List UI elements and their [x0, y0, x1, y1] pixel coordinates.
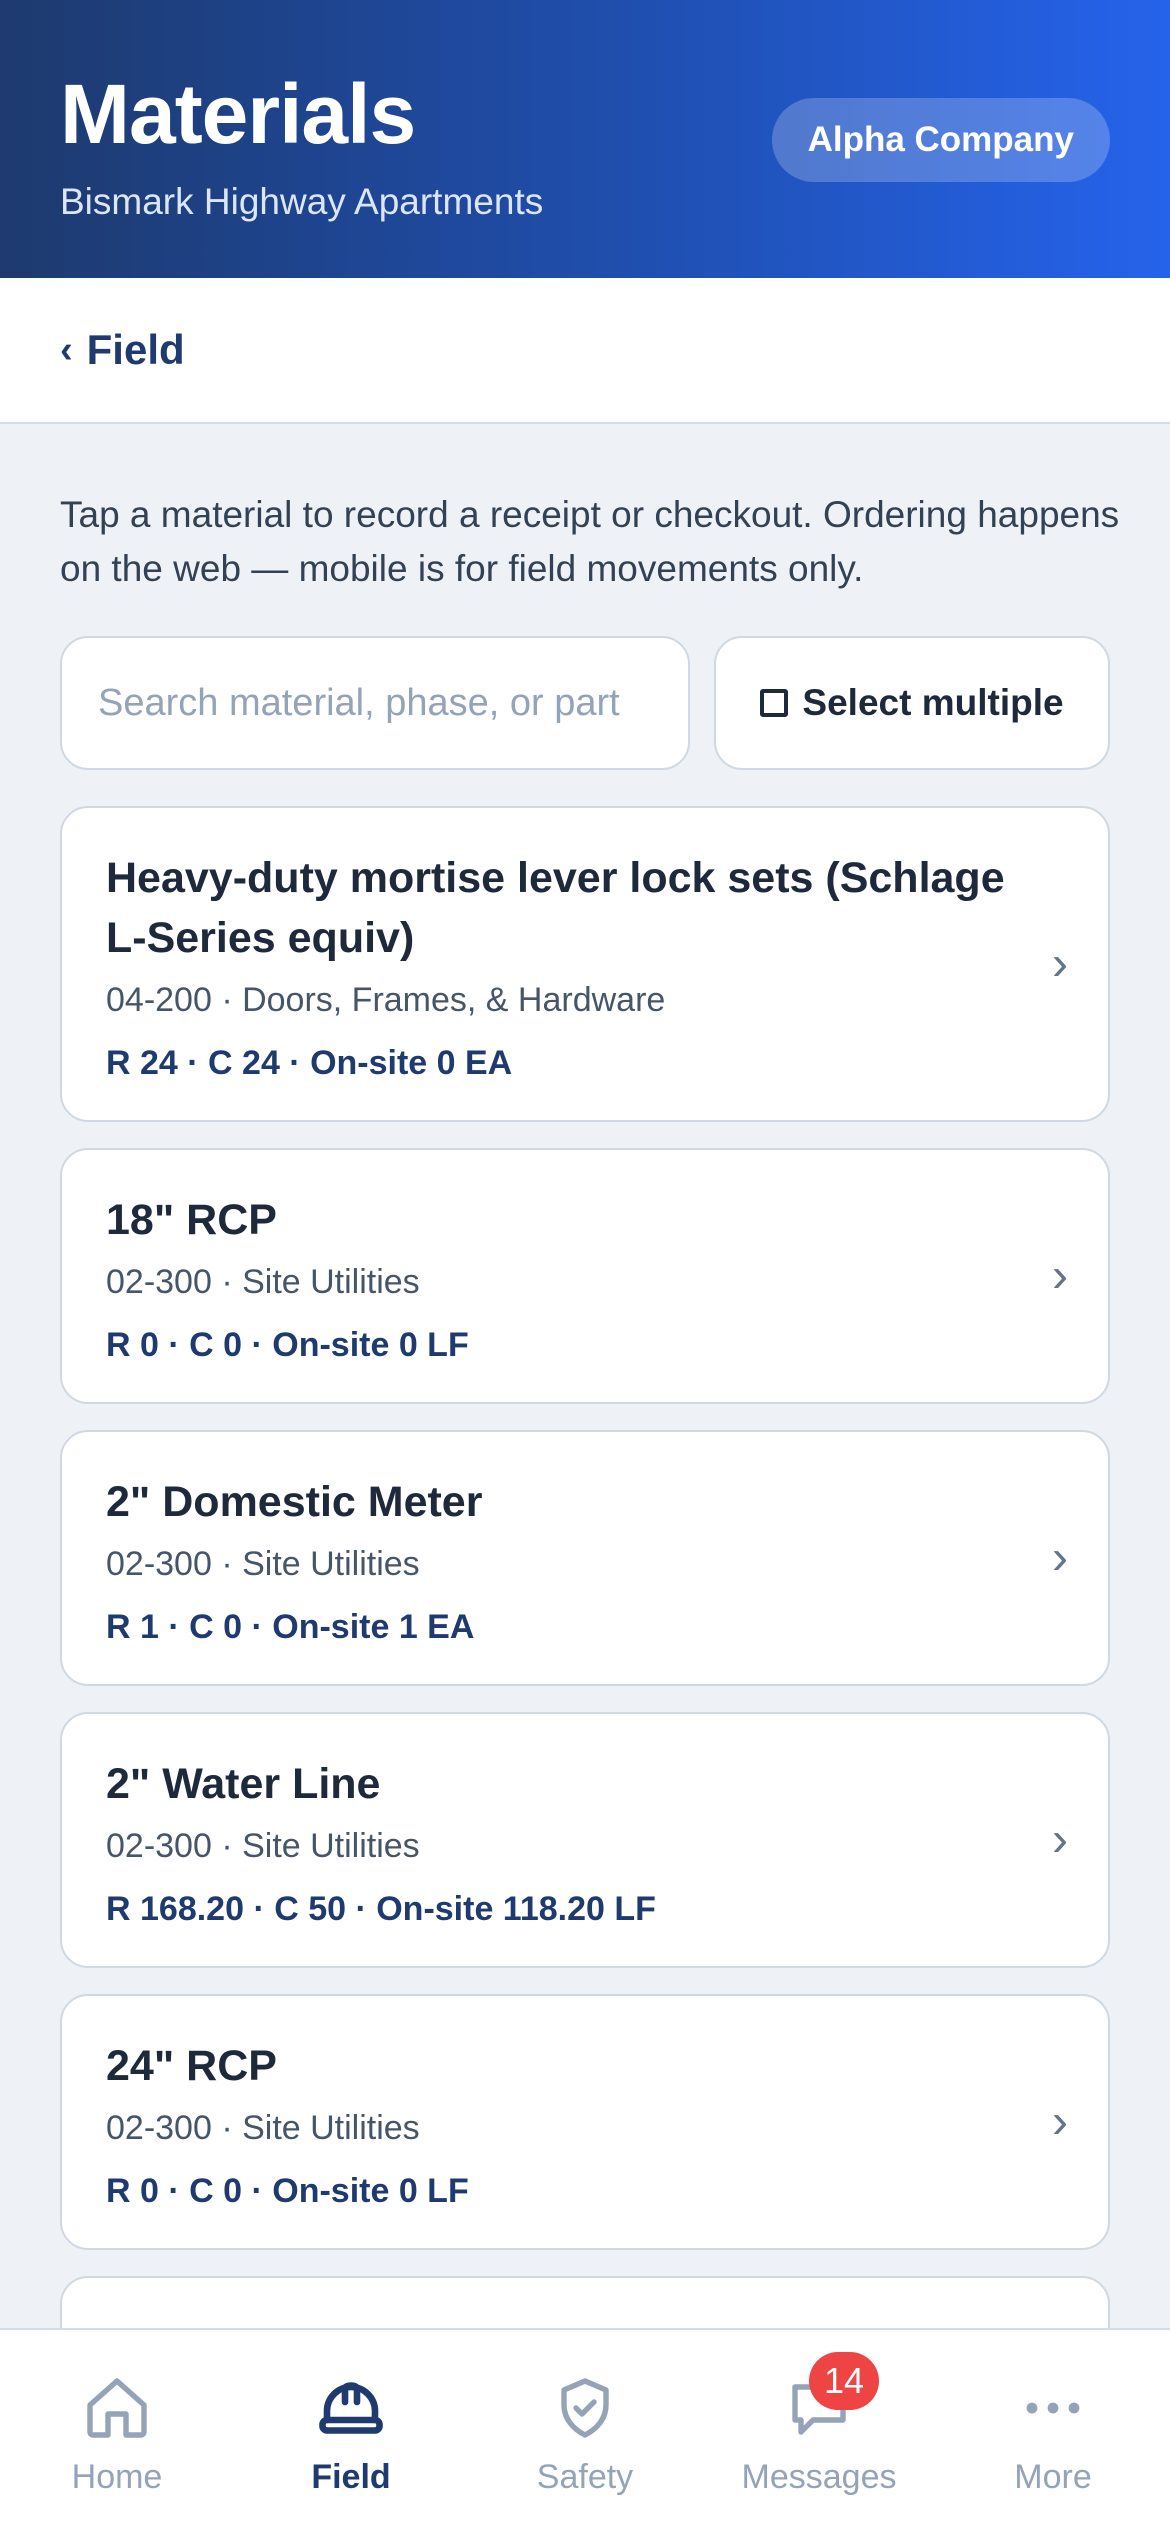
material-phase: 02-300 · Site Utilities [106, 1263, 420, 1301]
bottom-nav: Home Field Safety 14 Messages More [0, 2328, 1170, 2532]
shield-check-icon [561, 2378, 609, 2438]
material-card[interactable]: 18" RCP 02-300 · Site Utilities R 0 · C … [60, 1148, 1110, 1404]
material-stats: R 0 · C 0 · On-site 0 LF [106, 2172, 469, 2210]
intro-text: Tap a material to record a receipt or ch… [60, 494, 1120, 589]
chevron-right-icon: › [1052, 1531, 1068, 1585]
material-name: 18" RCP [106, 1196, 277, 1244]
search-input[interactable] [60, 636, 690, 770]
material-name: 2" Domestic Meter [106, 1478, 483, 1526]
back-bar: ‹ Field [0, 278, 1170, 424]
material-stats: R 0 · C 0 · On-site 0 LF [106, 1326, 469, 1364]
company-switcher-button[interactable]: Alpha Company [771, 98, 1110, 182]
nav-safety[interactable]: Safety [468, 2330, 702, 2532]
material-name: 2" Water Line [106, 1760, 381, 1808]
chevron-right-icon: › [1052, 937, 1068, 991]
material-stats: R 24 · C 24 · On-site 0 EA [106, 1044, 513, 1082]
material-card[interactable]: Heavy-duty mortise lever lock sets (Schl… [60, 806, 1110, 1122]
chevron-left-icon: ‹ [60, 328, 73, 371]
nav-more-label: More [1014, 2458, 1092, 2496]
home-icon [87, 2378, 147, 2438]
material-phase: 04-200 · Doors, Frames, & Hardware [106, 981, 666, 1019]
material-card[interactable]: 2" Domestic Meter 02-300 · Site Utilitie… [60, 1430, 1110, 1686]
header: Materials Bismark Highway Apartments Alp… [0, 0, 1170, 278]
checkbox-icon [760, 689, 789, 717]
chevron-right-icon: › [1052, 2095, 1068, 2149]
select-multiple-label: Select multiple [802, 682, 1064, 723]
back-button-label: Field [86, 326, 185, 373]
nav-home[interactable]: Home [0, 2330, 234, 2532]
nav-messages-label: Messages [741, 2458, 897, 2496]
hard-hat-icon [319, 2382, 383, 2434]
nav-field-label: Field [311, 2458, 391, 2496]
nav-messages[interactable]: 14 Messages [702, 2330, 936, 2532]
material-phase: 02-300 · Site Utilities [106, 1827, 420, 1865]
page-title: Materials [60, 67, 416, 161]
nav-more[interactable]: More [936, 2330, 1170, 2532]
more-dots-icon [1026, 2402, 1080, 2414]
chevron-right-icon: › [1052, 1813, 1068, 1867]
nav-home-label: Home [71, 2458, 163, 2496]
nav-field[interactable]: Field [234, 2330, 468, 2532]
material-card[interactable]: 2" Water Line 02-300 · Site Utilities R … [60, 1712, 1110, 1968]
material-stats: R 1 · C 0 · On-site 1 EA [106, 1608, 475, 1646]
material-stats: R 168.20 · C 50 · On-site 118.20 LF [106, 1890, 656, 1928]
material-name: 24" RCP [106, 2042, 277, 2090]
nav-safety-label: Safety [536, 2458, 634, 2496]
messages-badge: 14 [809, 2352, 879, 2410]
material-card[interactable]: 24" RCP 02-300 · Site Utilities R 0 · C … [60, 1994, 1110, 2250]
project-name: Bismark Highway Apartments [60, 181, 544, 222]
material-name: Heavy-duty mortise lever lock sets (Schl… [106, 854, 1005, 962]
select-multiple-button[interactable]: Select multiple [714, 636, 1110, 770]
material-phase: 02-300 · Site Utilities [106, 2109, 420, 2147]
materials-screen: Materials Bismark Highway Apartments Alp… [0, 0, 1170, 2532]
material-phase: 02-300 · Site Utilities [106, 1545, 420, 1583]
chevron-right-icon: › [1052, 1249, 1068, 1303]
back-button[interactable]: ‹ Field [60, 326, 185, 374]
